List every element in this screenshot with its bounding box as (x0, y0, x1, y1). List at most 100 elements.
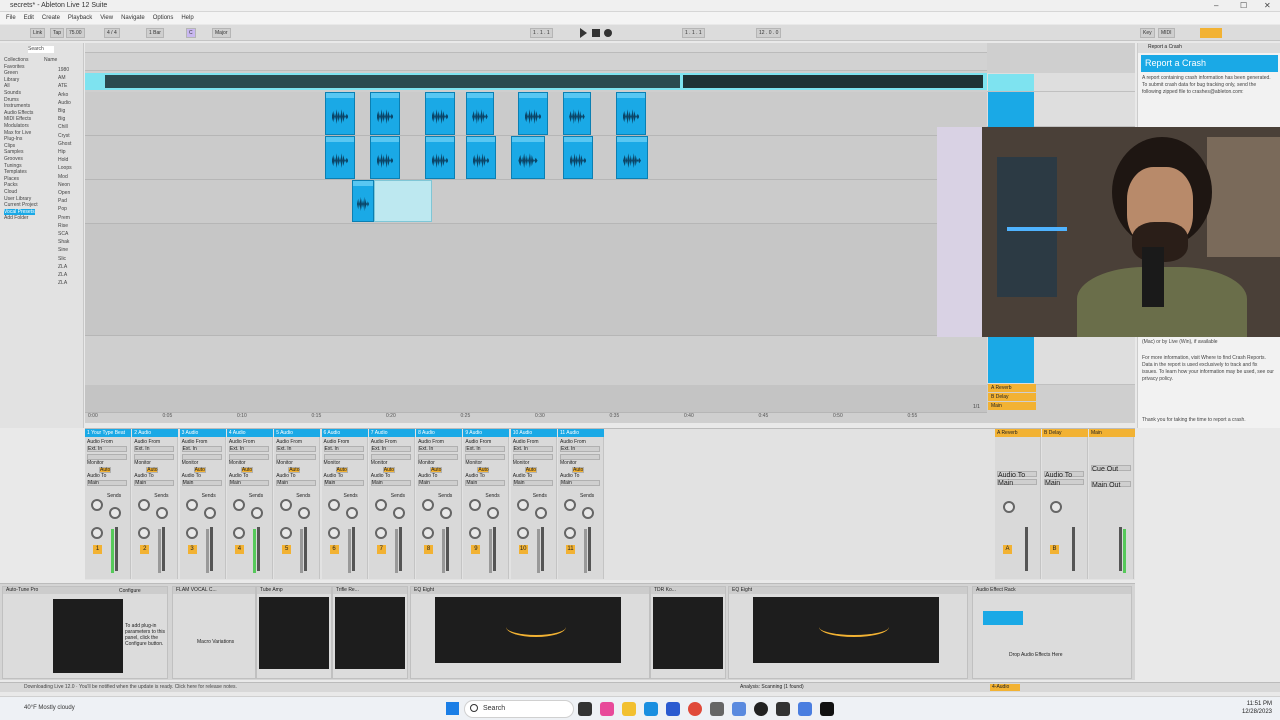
weather-widget[interactable]: 40°F Mostly cloudy (24, 705, 75, 711)
tempo-field[interactable]: 75.00 (66, 28, 85, 38)
input-type-select[interactable]: Ext. In (465, 446, 506, 452)
mixer-strip[interactable]: 7 Audio Audio From Ext. In Monitor Auto Audio… (368, 429, 415, 579)
browser-file[interactable]: Mod (58, 174, 68, 180)
browser-file[interactable]: Pop (58, 206, 67, 212)
browser-file[interactable]: AM (58, 75, 66, 81)
device-tdr[interactable]: TDR Ko... (650, 586, 726, 679)
browser-place[interactable]: Drums (4, 97, 19, 103)
input-type-select[interactable]: Ext. In (87, 446, 127, 452)
browser-file[interactable]: Slic (58, 256, 66, 262)
browser-place[interactable]: Tunings (4, 163, 22, 169)
master-track-header[interactable] (987, 73, 1135, 92)
device-eq-eight-1[interactable]: EQ Eight (410, 586, 650, 679)
browser-file[interactable]: Big (58, 116, 65, 122)
task-view-icon[interactable] (578, 702, 592, 716)
volume-fader[interactable] (1025, 527, 1028, 571)
track-activator[interactable]: 8 (424, 545, 434, 554)
link-button[interactable]: Link (30, 28, 46, 38)
volume-fader[interactable] (304, 527, 308, 571)
browser-file[interactable]: Loops (58, 165, 72, 171)
position-field[interactable]: 1 . 1 . 1 (530, 28, 553, 38)
mixer-strip[interactable]: 5 Audio Audio From Ext. In Monitor Auto Audio… (274, 429, 321, 579)
menu-help[interactable]: Help (181, 12, 193, 24)
device-tube-amp[interactable]: Tube Amp (256, 586, 332, 679)
audio-clip[interactable] (425, 92, 455, 135)
send-a-knob[interactable] (327, 499, 340, 511)
volume-fader[interactable] (209, 527, 213, 571)
tap-button[interactable]: Tap (50, 28, 65, 38)
send-a-knob[interactable] (516, 499, 529, 511)
app-icon-3[interactable] (776, 702, 790, 716)
browser-place[interactable]: Plug-Ins (4, 136, 22, 142)
status-message[interactable]: Downloading Live 12.0 · You'll be notifi… (24, 684, 237, 690)
browser-place[interactable]: Favorites (4, 64, 25, 70)
browser-file[interactable]: Shak (58, 239, 69, 245)
browser-place[interactable]: Max for Live (4, 130, 31, 136)
track-name[interactable]: 10 Audio (510, 429, 557, 437)
pan-knob[interactable] (232, 527, 245, 539)
app-icon-5[interactable] (820, 702, 834, 716)
audio-clip[interactable] (374, 180, 432, 222)
pan-knob[interactable] (185, 527, 198, 539)
pan-knob[interactable] (374, 527, 387, 539)
send-b-knob[interactable] (156, 507, 169, 519)
crash-text-3[interactable]: For more information, visit Where to fin… (1142, 355, 1274, 383)
track-name[interactable]: 6 Audio (321, 429, 368, 437)
browser-file[interactable]: Sine (58, 247, 68, 253)
taskbar-search[interactable]: Search (464, 700, 574, 718)
output-select[interactable]: Main (323, 480, 364, 486)
track-lane-4[interactable] (85, 180, 987, 224)
input-type-select[interactable]: Ext. In (370, 446, 411, 452)
main-fader[interactable] (1119, 527, 1122, 571)
track-name[interactable]: 3 Audio (179, 429, 226, 437)
input-type-select[interactable]: Ext. In (228, 446, 269, 452)
track-activator[interactable]: 7 (376, 545, 386, 554)
audio-clip[interactable] (325, 136, 355, 179)
track-activator[interactable]: 1 (93, 545, 102, 554)
input-type-select[interactable]: Ext. In (512, 446, 553, 452)
send-b-knob[interactable] (487, 507, 500, 519)
browser-place[interactable]: Places (4, 176, 19, 182)
send-b-knob[interactable] (203, 507, 216, 519)
device-autotune[interactable]: Auto-Tune Pro Configure To add plug-in p… (2, 586, 168, 679)
browser-place[interactable]: Audio Effects (4, 110, 33, 116)
mixer-strip[interactable]: 2 Audio Audio From Ext. In Monitor Auto Audio… (132, 429, 179, 579)
pan-knob[interactable] (469, 527, 482, 539)
output-select[interactable]: Main (560, 480, 600, 486)
menu-playback[interactable]: Playback (68, 12, 92, 24)
volume-fader[interactable] (446, 527, 450, 571)
track-name[interactable]: 9 Audio (463, 429, 510, 437)
browser-file[interactable]: Pad (58, 198, 67, 204)
browser-file[interactable]: ZLA (58, 264, 67, 270)
browser-file[interactable]: Big (58, 108, 65, 114)
beat-ruler[interactable] (85, 53, 987, 71)
track-activator[interactable]: 3 (187, 545, 197, 554)
windows-start-icon[interactable] (446, 702, 459, 715)
mixer-strip[interactable]: 8 Audio Audio From Ext. In Monitor Auto Audio… (416, 429, 463, 579)
scale-field[interactable]: Major (212, 28, 231, 38)
arrangement-ruler[interactable] (85, 43, 987, 53)
chrome-icon[interactable] (688, 702, 702, 716)
mixer-strip[interactable]: 6 Audio Audio From Ext. In Monitor Auto Audio… (321, 429, 368, 579)
volume-fader[interactable] (351, 527, 355, 571)
output-select[interactable]: Main (181, 480, 222, 486)
audio-clip[interactable] (466, 92, 494, 135)
midi-map-button[interactable]: MIDI (1158, 28, 1175, 38)
send-a-knob[interactable] (91, 499, 103, 511)
mixer-strip[interactable]: 1 Your Type Beat Audio From Ext. In Monitor… (85, 429, 131, 579)
return-a-header[interactable]: A Reverb (988, 384, 1036, 392)
browser-file[interactable]: SCA (58, 231, 68, 237)
track-activator[interactable]: 10 (518, 545, 528, 554)
browser-place[interactable]: Green (4, 70, 18, 76)
audio-clip[interactable] (466, 136, 496, 179)
return-strip-b[interactable]: B Delay Audio To Main B (1042, 429, 1088, 579)
main-header[interactable]: Main (988, 402, 1036, 410)
menu-view[interactable]: View (100, 12, 113, 24)
time-signature[interactable]: 4 / 4 (104, 28, 120, 38)
menu-create[interactable]: Create (42, 12, 60, 24)
volume-fader[interactable] (1072, 527, 1075, 571)
browser-file[interactable]: Neon (58, 182, 70, 188)
track-name[interactable]: 5 Audio (274, 429, 321, 437)
edge-icon[interactable] (644, 702, 658, 716)
audio-clip[interactable] (616, 136, 648, 179)
